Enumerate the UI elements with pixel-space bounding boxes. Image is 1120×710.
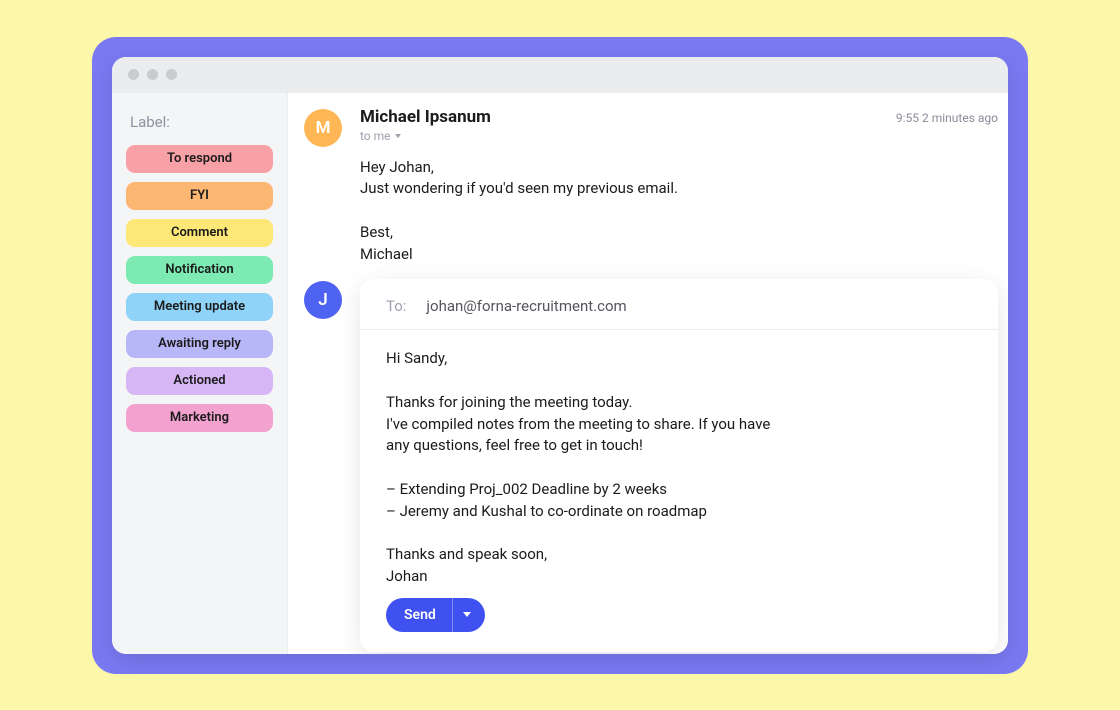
window-minimize-dot[interactable] <box>147 69 158 80</box>
message-header: Michael Ipsanum to me 9:55 2 minutes ago <box>360 107 998 143</box>
compose-card: To: johan@forna-recruitment.com Hi Sandy… <box>360 279 998 651</box>
message-pane: M Michael Ipsanum to me 9:55 2 minutes a… <box>288 93 1008 654</box>
app-body: Label: To respond FYI Comment Notificati… <box>112 93 1008 654</box>
send-button-dropdown[interactable] <box>452 598 485 632</box>
message-timestamp: 9:55 2 minutes ago <box>896 111 998 125</box>
compose-to-value: johan@forna-recruitment.com <box>426 297 626 315</box>
compose-to-row[interactable]: To: johan@forna-recruitment.com <box>360 279 998 330</box>
recipient-line[interactable]: to me <box>360 129 491 143</box>
label-fyi[interactable]: FYI <box>126 182 273 210</box>
label-meeting-update[interactable]: Meeting update <box>126 293 273 321</box>
window-titlebar <box>112 57 1008 93</box>
chevron-down-icon <box>395 134 401 138</box>
label-awaiting-reply[interactable]: Awaiting reply <box>126 330 273 358</box>
label-marketing[interactable]: Marketing <box>126 404 273 432</box>
outer-frame: Label: To respond FYI Comment Notificati… <box>92 37 1028 674</box>
sender-avatar: M <box>304 109 342 147</box>
sender-name: Michael Ipsanum <box>360 107 491 127</box>
message-body: Hey Johan, Just wondering if you'd seen … <box>360 157 998 266</box>
message-content: Michael Ipsanum to me 9:55 2 minutes ago… <box>360 107 998 266</box>
recipient-text: to me <box>360 129 391 143</box>
window-maximize-dot[interactable] <box>166 69 177 80</box>
label-comment[interactable]: Comment <box>126 219 273 247</box>
compose-body[interactable]: Hi Sandy, Thanks for joining the meeting… <box>360 330 998 597</box>
compose-footer: Send <box>360 598 998 652</box>
sidebar: Label: To respond FYI Comment Notificati… <box>112 93 288 654</box>
app-window: Label: To respond FYI Comment Notificati… <box>112 57 1008 654</box>
compose-row: J To: johan@forna-recruitment.com Hi San… <box>304 279 998 651</box>
received-message: M Michael Ipsanum to me 9:55 2 minutes a… <box>304 107 998 266</box>
send-button[interactable]: Send <box>386 598 485 632</box>
label-notification[interactable]: Notification <box>126 256 273 284</box>
window-close-dot[interactable] <box>128 69 139 80</box>
label-to-respond[interactable]: To respond <box>126 145 273 173</box>
compose-avatar: J <box>304 281 342 319</box>
send-button-label: Send <box>386 607 452 623</box>
sidebar-heading: Label: <box>126 113 273 131</box>
label-actioned[interactable]: Actioned <box>126 367 273 395</box>
chevron-down-icon <box>463 612 471 617</box>
compose-to-label: To: <box>386 297 406 315</box>
